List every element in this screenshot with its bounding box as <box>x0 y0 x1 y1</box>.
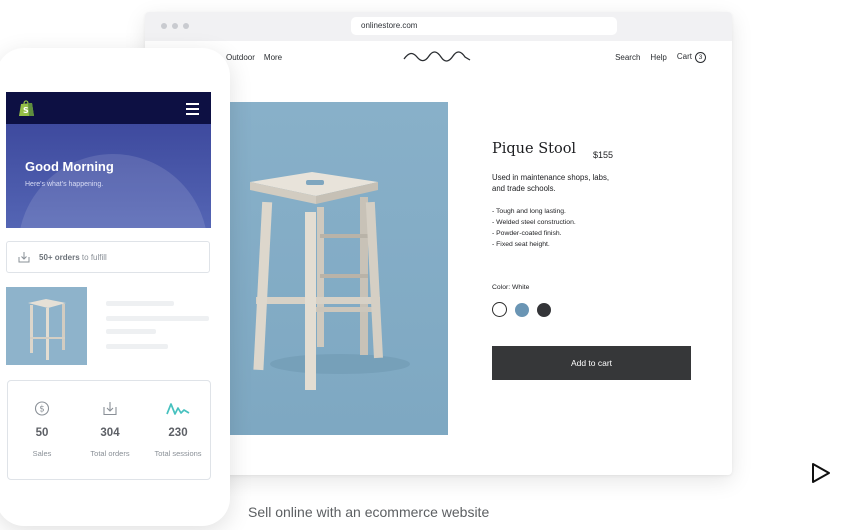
swatch-blue[interactable] <box>515 302 529 317</box>
product-thumbnail[interactable] <box>6 287 87 365</box>
product-price: $155 <box>593 150 614 160</box>
greeting-title: Good Morning <box>25 159 114 174</box>
orders-suffix: to fulfill <box>79 253 107 262</box>
product-details: Pique Stool $155 Used in maintenance sho… <box>492 140 702 380</box>
color-label: Color: White <box>492 284 530 291</box>
stat-label: Total orders <box>90 449 130 458</box>
cart-label: Cart <box>676 52 692 61</box>
feature-item: - Welded steel construction. <box>492 219 576 226</box>
stat-value: 304 <box>100 427 120 439</box>
inbox-download-icon <box>18 252 30 263</box>
color-swatches <box>492 302 702 317</box>
wave-logo-icon[interactable] <box>403 50 471 64</box>
browser-window: onlinestore.com Outdoor More Search Help… <box>145 12 732 475</box>
nav-link-more[interactable]: More <box>264 53 282 62</box>
nav-link-help[interactable]: Help <box>650 53 666 62</box>
stats-card: $ 50 Sales 304 Total orders 230 Total se… <box>7 380 211 480</box>
add-to-cart-button[interactable]: Add to cart <box>492 346 691 380</box>
address-bar[interactable]: onlinestore.com <box>351 17 617 35</box>
svg-text:$: $ <box>39 405 44 415</box>
cart-count-badge: 3 <box>695 52 706 63</box>
swatch-white[interactable] <box>492 302 507 317</box>
feature-list: - Tough and long lasting. - Welded steel… <box>492 206 702 250</box>
phone-mockup: S Good Morning Here's what's happening. … <box>0 48 230 526</box>
placeholder-line <box>106 329 156 334</box>
hero-stage: onlinestore.com Outdoor More Search Help… <box>0 0 843 530</box>
store-navigation: Outdoor More Search Help Cart 3 <box>145 41 732 73</box>
hamburger-menu-icon[interactable] <box>186 103 199 115</box>
greeting-banner: Good Morning Here's what's happening. <box>6 124 211 228</box>
play-icon[interactable] <box>808 461 832 485</box>
nav-link-search[interactable]: Search <box>615 53 640 62</box>
caption-text: Sell online with an ecommerce website <box>248 504 490 520</box>
orders-download-icon <box>103 402 117 416</box>
stat-value: 230 <box>168 427 188 439</box>
browser-toolbar: onlinestore.com <box>145 12 732 41</box>
nav-link-cart[interactable]: Cart 3 <box>677 52 706 63</box>
app-header: S <box>6 92 211 124</box>
orders-to-fulfill-card[interactable]: 50+ orders to fulfill <box>6 241 210 273</box>
window-dot-icon <box>161 23 167 29</box>
placeholder-line <box>106 344 168 349</box>
swatch-black[interactable] <box>537 302 551 317</box>
feature-item: - Fixed seat height. <box>492 241 550 248</box>
nav-left-links: Outdoor More <box>226 53 282 62</box>
product-title: Pique Stool <box>492 141 577 157</box>
orders-count: 50+ orders <box>39 253 80 262</box>
shopify-bag-icon: S <box>19 100 34 116</box>
product-description: Used in maintenance shops, labs, and tra… <box>492 173 610 193</box>
stat-value: 50 <box>35 427 49 439</box>
stat-label: Sales <box>32 449 52 458</box>
stool-illustration <box>220 102 448 435</box>
greeting-subtitle: Here's what's happening. <box>25 181 104 188</box>
orders-text: 50+ orders to fulfill <box>39 253 107 262</box>
placeholder-line <box>106 316 209 321</box>
nav-right-links: Search Help Cart 3 <box>615 52 706 63</box>
dollar-icon: $ <box>34 401 50 416</box>
window-dot-icon <box>172 23 178 29</box>
window-controls <box>161 23 189 29</box>
stool-thumbnail-image <box>6 287 87 365</box>
window-dot-icon <box>183 23 189 29</box>
svg-text:S: S <box>23 106 29 115</box>
feature-item: - Tough and long lasting. <box>492 208 566 215</box>
placeholder-line <box>106 301 174 306</box>
stat-label: Total sessions <box>154 449 202 458</box>
nav-link-outdoor[interactable]: Outdoor <box>226 53 255 62</box>
product-image <box>220 102 448 435</box>
feature-item: - Powder-coated finish. <box>492 230 562 237</box>
sessions-wave-icon <box>166 403 190 415</box>
